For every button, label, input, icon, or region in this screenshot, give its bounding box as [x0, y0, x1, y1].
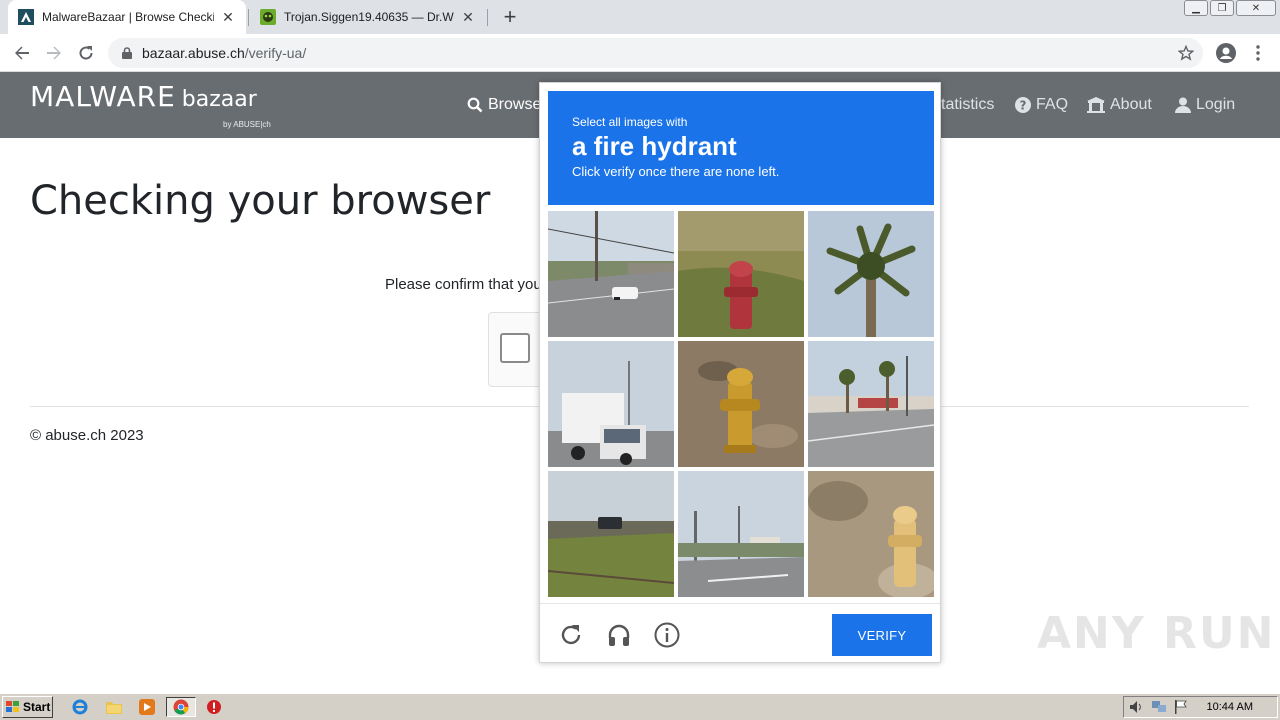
nav-browse-label: Browse [488, 96, 542, 113]
minimize-icon[interactable]: ▁ [1184, 0, 1208, 16]
taskbar-clock: 10:44 AM [1206, 701, 1253, 713]
prompt-line3: Click verify once there are none left. [572, 164, 780, 179]
page-title: Checking your browser [30, 178, 491, 224]
tab-separator [487, 9, 488, 26]
action-center-flag-icon[interactable] [1172, 699, 1190, 715]
info-icon[interactable] [654, 622, 680, 648]
nav-statistics[interactable]: tatistics [941, 96, 994, 114]
lock-icon [120, 46, 134, 60]
close-window-icon[interactable]: ✕ [1236, 0, 1276, 16]
building-icon [1087, 97, 1105, 113]
search-icon [467, 97, 483, 113]
tab-close-icon[interactable]: ✕ [460, 9, 476, 25]
address-bar[interactable]: bazaar.abuse.ch/verify-ua/ [108, 38, 1203, 68]
reload-button[interactable] [72, 39, 100, 67]
captcha-footer: VERIFY [540, 603, 940, 662]
nav-browse[interactable]: Browse [467, 96, 541, 114]
browser-tab-strip: MalwareBazaar | Browse Checking y ✕ Troj… [0, 0, 1280, 34]
site-logo[interactable]: MALWARE bazaar by ABUSE|ch [30, 80, 271, 129]
nav-faq-label: FAQ [1036, 96, 1069, 113]
system-tray: 10:44 AM [1123, 696, 1278, 718]
nav-login-label: Login [1196, 96, 1236, 113]
volume-icon[interactable] [1128, 699, 1146, 715]
stop-alert-icon[interactable] [203, 697, 225, 717]
malwarebazaar-favicon-icon [18, 9, 34, 25]
url-path: /verify-ua/ [244, 45, 307, 61]
nav-about-label: About [1110, 96, 1152, 113]
nav-login[interactable]: Login [1175, 96, 1235, 114]
forward-arrow-icon [47, 46, 61, 60]
ie-icon[interactable] [69, 697, 91, 717]
windows-flag-icon [6, 701, 19, 712]
windows-taskbar: Start 10:44 AM [0, 693, 1280, 720]
tab-separator [248, 9, 249, 26]
start-button[interactable]: Start [2, 696, 53, 718]
captcha-image-grid [548, 211, 934, 597]
tile-yellow-hydrant[interactable] [678, 341, 804, 467]
window-controls: ▁ ❐ ✕ [1184, 0, 1280, 18]
profile-avatar-icon[interactable] [1214, 41, 1238, 65]
tile-rock-hydrant[interactable] [808, 471, 934, 597]
tile-palm-tree[interactable] [808, 211, 934, 337]
tab-malwarebazaar[interactable]: MalwareBazaar | Browse Checking y ✕ [8, 0, 246, 34]
new-tab-button[interactable]: + [498, 4, 522, 29]
nav-faq[interactable]: ? FAQ [1015, 96, 1068, 114]
back-arrow-icon [15, 46, 29, 60]
browser-menu-icon[interactable] [1248, 41, 1268, 65]
audio-challenge-icon[interactable] [606, 622, 632, 648]
forward-button[interactable] [40, 39, 68, 67]
logo-by-text: by ABUSE|ch [223, 120, 271, 129]
explorer-folder-icon[interactable] [103, 697, 125, 717]
verify-button[interactable]: VERIFY [832, 614, 932, 656]
footer-copyright: © abuse.ch 2023 [30, 427, 144, 444]
network-icon[interactable] [1150, 699, 1168, 715]
reload-icon [79, 46, 93, 60]
restore-icon[interactable]: ❐ [1210, 0, 1234, 16]
logo-main-text: MALWARE [30, 80, 176, 113]
back-button[interactable] [8, 39, 36, 67]
url-host: bazaar.abuse.ch [142, 45, 245, 61]
tile-road-car[interactable] [548, 211, 674, 337]
prompt-line1: Select all images with [572, 115, 688, 129]
nav-statistics-label: tatistics [941, 96, 995, 113]
logo-sub-text: bazaar [181, 87, 257, 112]
tab-title: Trojan.Siggen19.40635 — Dr.Web M [284, 10, 454, 24]
start-label: Start [23, 700, 51, 714]
tile-truck[interactable] [548, 341, 674, 467]
captcha-prompt: Select all images with a fire hydrant Cl… [548, 91, 934, 205]
prompt-target: a fire hydrant [572, 131, 737, 161]
refresh-icon[interactable] [558, 622, 584, 648]
chrome-taskbar-icon[interactable] [166, 697, 196, 717]
hcaptcha-checkbox[interactable] [500, 333, 530, 363]
nav-about[interactable]: About [1087, 96, 1152, 114]
browser-toolbar: bazaar.abuse.ch/verify-ua/ [0, 34, 1280, 72]
bookmark-star-icon[interactable] [1177, 44, 1195, 62]
tile-grass-field[interactable] [548, 471, 674, 597]
drweb-favicon-icon [260, 9, 276, 25]
tab-close-icon[interactable]: ✕ [220, 9, 236, 25]
tile-intersection[interactable] [678, 471, 804, 597]
anyrun-watermark: ANY RUN [1037, 608, 1276, 659]
question-circle-icon: ? [1015, 97, 1031, 113]
captcha-challenge: Select all images with a fire hydrant Cl… [539, 82, 941, 663]
tab-title: MalwareBazaar | Browse Checking y [42, 10, 214, 24]
media-player-icon[interactable] [136, 697, 158, 717]
tile-red-hydrant[interactable] [678, 211, 804, 337]
svg-text:?: ? [1020, 99, 1027, 113]
user-icon [1175, 97, 1191, 113]
tile-street-palms[interactable] [808, 341, 934, 467]
confirm-text: Please confirm that you [385, 276, 542, 293]
tab-drweb[interactable]: Trojan.Siggen19.40635 — Dr.Web M ✕ [250, 0, 486, 34]
